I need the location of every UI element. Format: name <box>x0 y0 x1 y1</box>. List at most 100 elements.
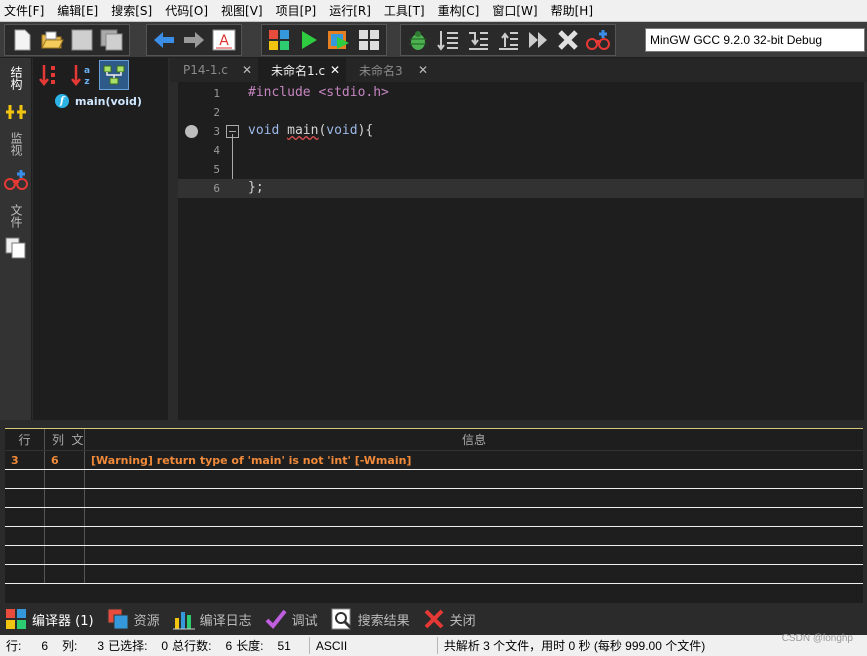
code-line[interactable]: 4 <box>178 141 864 160</box>
column-header-line[interactable]: 行 <box>5 429 45 450</box>
sidetab-structure[interactable]: 结构 <box>8 66 25 90</box>
save-button[interactable] <box>67 25 97 55</box>
format-code-button[interactable]: A <box>209 25 239 55</box>
stop-icon <box>558 30 578 50</box>
debug-button[interactable] <box>403 25 433 55</box>
message-line-cell <box>5 527 45 545</box>
files-button[interactable] <box>4 236 28 260</box>
code-line[interactable]: 3 void main(void){ <box>178 122 864 141</box>
status-sel: 0 <box>161 638 169 653</box>
svg-text:z: z <box>84 77 89 87</box>
status-col: 3 <box>97 638 105 653</box>
save-all-button[interactable] <box>97 25 127 55</box>
continue-icon <box>529 32 547 48</box>
menu-item[interactable]: 项目[P] <box>276 2 317 19</box>
tab-compiler[interactable]: 编译器 (1) <box>4 607 94 631</box>
messages-header: 行 列 文 信息 <box>5 429 863 451</box>
fold-toggle-icon[interactable] <box>226 125 239 138</box>
tab-p14-1[interactable]: P14-1.c ✕ <box>170 58 258 82</box>
step-into-button[interactable] <box>463 25 493 55</box>
close-icon[interactable]: ✕ <box>418 63 428 77</box>
code-line[interactable]: 5 <box>178 160 864 179</box>
compiler-select[interactable]: MinGW GCC 9.2.0 32-bit Debug <box>645 28 865 52</box>
sort-order-icon <box>39 65 55 87</box>
new-file-button[interactable] <box>7 25 37 55</box>
tab-debug[interactable]: 调试 <box>264 607 318 631</box>
stop-button[interactable] <box>553 25 583 55</box>
message-col-cell <box>45 565 85 583</box>
message-line-cell: 3 <box>5 451 45 469</box>
menu-item[interactable]: 搜索[S] <box>111 2 152 19</box>
tab-label: 关闭 <box>449 613 476 629</box>
status-encoding[interactable]: ASCII <box>310 637 438 654</box>
tree-item-main[interactable]: f main(void) <box>33 92 168 110</box>
inheritance-tree-icon <box>103 65 125 85</box>
show-inherited-button[interactable] <box>99 60 129 90</box>
sort-alpha-icon: az <box>71 65 90 87</box>
message-col-cell <box>45 470 85 488</box>
back-arrow-icon <box>154 32 174 48</box>
sidetab-files[interactable]: 文件 <box>8 204 25 228</box>
continue-button[interactable] <box>523 25 553 55</box>
code-line[interactable]: 6}; <box>178 179 864 198</box>
menu-item[interactable]: 帮助[H] <box>551 2 593 19</box>
tab-compile-log[interactable]: 编译日志 <box>172 607 252 631</box>
column-header-message[interactable]: 信息 <box>85 429 863 450</box>
column-header-file[interactable]: 文 <box>71 429 85 450</box>
menu-item[interactable]: 编辑[E] <box>57 2 98 19</box>
tab-search-results[interactable]: 搜索结果 <box>330 607 410 631</box>
forward-button[interactable] <box>179 25 209 55</box>
menu-item[interactable]: 工具[T] <box>384 2 425 19</box>
menu-item[interactable]: 窗口[W] <box>492 2 537 19</box>
open-folder-icon <box>41 31 64 49</box>
watch-button[interactable] <box>4 168 28 192</box>
code-text: void main(void){ <box>248 123 373 138</box>
svg-text:A: A <box>219 33 229 49</box>
open-button[interactable] <box>37 25 67 55</box>
run-button[interactable] <box>294 25 324 55</box>
add-watch-button[interactable] <box>583 25 613 55</box>
tab-untitled3[interactable]: 未命名3 ✕ <box>346 58 434 82</box>
tab-label: 未命名1.c <box>271 63 326 78</box>
message-row[interactable] <box>5 565 863 584</box>
compile-run-button[interactable] <box>324 25 354 55</box>
menu-item[interactable]: 重构[C] <box>438 2 480 19</box>
code-editor[interactable]: 1 #include <stdio.h> 2 3 void main(void){4 5 6… <box>178 82 864 420</box>
close-icon[interactable]: ✕ <box>242 63 252 77</box>
message-row[interactable] <box>5 546 863 565</box>
code-line[interactable]: 1 #include <stdio.h> <box>178 84 864 103</box>
code-line[interactable]: 2 <box>178 103 864 122</box>
message-row[interactable] <box>5 527 863 546</box>
sort-alpha-button[interactable]: az <box>67 60 97 90</box>
column-header-col[interactable]: 列 <box>45 429 71 450</box>
status-parse-message: 共解析 3 个文件，用时 0 秒 (每秒 999.00 个文件) <box>443 639 706 653</box>
tab-close[interactable]: 关闭 <box>422 607 476 631</box>
rebuild-button[interactable] <box>354 25 384 55</box>
add-watch-icon <box>586 30 610 50</box>
message-row[interactable]: 3 6 [Warning] return type of 'main' is not… <box>5 451 863 470</box>
menu-item[interactable]: 运行[R] <box>329 2 371 19</box>
menu-item[interactable]: 视图[V] <box>221 2 263 19</box>
panel-splitter[interactable] <box>0 420 867 428</box>
breakpoint-icon[interactable] <box>185 125 198 138</box>
sidetab-watch[interactable]: 监视 <box>8 132 25 156</box>
menu-item[interactable]: 代码[O] <box>165 2 208 19</box>
message-line-cell <box>5 565 45 583</box>
add-class-button[interactable] <box>4 100 28 124</box>
menu-item[interactable]: 文件[F] <box>4 2 44 19</box>
status-len-label: 长度: <box>236 639 264 653</box>
tab-resources[interactable]: 资源 <box>106 607 160 631</box>
status-len: 51 <box>277 638 291 653</box>
tab-untitled1[interactable]: 未命名1.c ✕ <box>258 58 346 82</box>
sort-order-button[interactable] <box>35 60 65 90</box>
message-row[interactable] <box>5 508 863 527</box>
step-button[interactable] <box>433 25 463 55</box>
step-out-button[interactable] <box>493 25 523 55</box>
message-row[interactable] <box>5 489 863 508</box>
close-icon[interactable]: ✕ <box>330 63 340 77</box>
status-bar: 行: 6 列: 3 已选择: 0 总行数: 6 长度: 51 ASCII 共解析… <box>0 635 867 656</box>
code-text: }; <box>248 180 264 195</box>
message-row[interactable] <box>5 470 863 489</box>
compile-button[interactable] <box>264 25 294 55</box>
back-button[interactable] <box>149 25 179 55</box>
